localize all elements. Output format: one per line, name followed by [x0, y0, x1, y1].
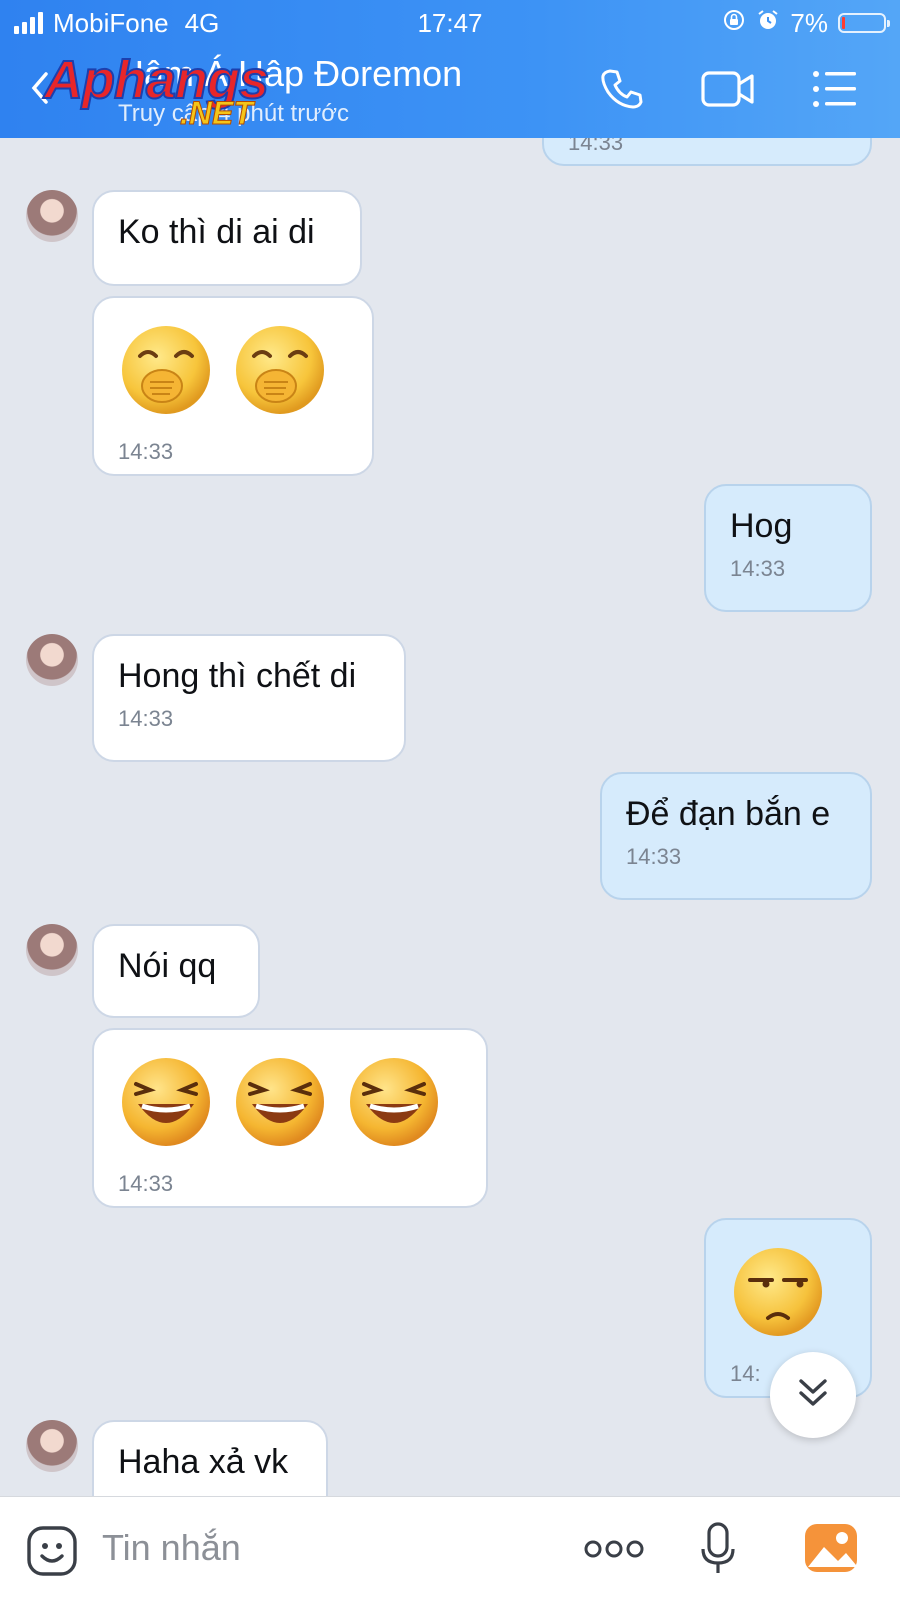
alarm-icon: [756, 8, 780, 39]
message-bubble-incoming[interactable]: Haha xả vk: [92, 1420, 328, 1496]
message-input-bar: Tin nhắn: [0, 1496, 900, 1601]
unamused-face-emoji-icon: [730, 1244, 826, 1345]
avatar[interactable]: [26, 924, 78, 976]
message-input[interactable]: Tin nhắn: [102, 1527, 241, 1569]
message-time: 14:33: [118, 706, 174, 731]
message-bubble-incoming[interactable]: 14:33: [92, 1028, 488, 1208]
avatar[interactable]: [26, 1420, 78, 1472]
message-time: 14:33: [118, 439, 174, 464]
more-icon[interactable]: [584, 1537, 644, 1566]
back-button[interactable]: [28, 70, 52, 113]
status-right: 7%: [722, 6, 890, 40]
menu-list-icon[interactable]: [812, 70, 858, 113]
emoji-row: [730, 1244, 846, 1345]
message-bubble-outgoing[interactable]: Hog 14:33: [704, 484, 872, 612]
sticker-icon[interactable]: [26, 1525, 78, 1582]
emoji-row: [118, 322, 348, 423]
message-text: Hog: [730, 507, 793, 545]
last-seen-status: Truy cập 4 phút trước: [118, 100, 349, 127]
message-list[interactable]: 14:33 Ko thì di ai di 14:33 Hog 14:33 Ho…: [0, 138, 900, 1496]
laughing-hand-emoji-icon: [232, 322, 328, 423]
chat-header: MobiFone 4G 17:47 7% Hâm Á Hâp Đoremon T…: [0, 0, 900, 138]
avatar[interactable]: [26, 190, 78, 242]
laughing-face-emoji-icon: [232, 1054, 328, 1155]
microphone-icon[interactable]: [700, 1521, 736, 1582]
message-bubble-incoming[interactable]: Nói qq: [92, 924, 260, 1018]
emoji-row: [118, 1054, 462, 1155]
laughing-hand-emoji-icon: [118, 322, 214, 423]
message-bubble-outgoing[interactable]: 14:33: [542, 138, 872, 166]
phone-icon[interactable]: [600, 66, 646, 117]
image-icon[interactable]: [804, 1523, 858, 1578]
scroll-to-bottom-button[interactable]: [770, 1352, 856, 1438]
message-bubble-outgoing[interactable]: Để đạn bắn e 14:33: [600, 772, 872, 900]
battery-percent: 7%: [790, 7, 828, 38]
battery-icon: [838, 13, 890, 33]
conversation-title[interactable]: Hâm Á Hâp Đoremon: [118, 54, 462, 94]
message-bubble-incoming[interactable]: Hong thì chết di 14:33: [92, 634, 406, 762]
message-text: Nói qq: [118, 947, 217, 985]
video-call-icon[interactable]: [700, 66, 756, 117]
double-chevron-down-icon: [795, 1375, 831, 1416]
message-text: Ko thì di ai di: [118, 213, 315, 251]
rotation-lock-icon: [722, 8, 746, 39]
message-time: 14:33: [568, 138, 624, 155]
message-bubble-incoming[interactable]: 14:33: [92, 296, 374, 476]
avatar[interactable]: [26, 634, 78, 686]
message-text: Haha xả vk: [118, 1443, 289, 1481]
message-bubble-incoming[interactable]: Ko thì di ai di: [92, 190, 362, 286]
message-text: Hong thì chết di: [118, 657, 357, 695]
message-time: 14:33: [626, 844, 682, 869]
laughing-face-emoji-icon: [346, 1054, 442, 1155]
laughing-face-emoji-icon: [118, 1054, 214, 1155]
message-text: Để đạn bắn e: [626, 795, 831, 833]
message-time: 14:33: [118, 1171, 174, 1196]
message-time: 14:33: [730, 556, 786, 581]
